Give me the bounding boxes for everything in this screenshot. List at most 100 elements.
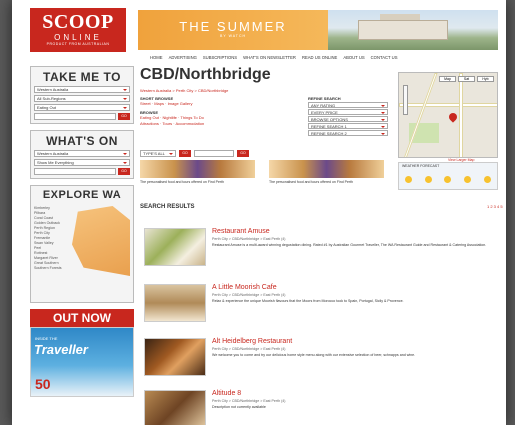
banner-subtitle: BY WATCH <box>219 34 247 38</box>
sun-icon <box>405 175 413 183</box>
result-body: A Little Moorish Cafe Perth City > CBD/N… <box>212 284 404 322</box>
whats-on-search-row: GO <box>34 168 130 175</box>
nav-home[interactable]: HOME <box>150 55 163 60</box>
take-me-to-search-row: GO <box>34 113 130 120</box>
sun-icon <box>424 175 432 183</box>
advert-banner[interactable]: THE SUMMER BY WATCH <box>138 10 498 50</box>
take-me-to-title: TAKE ME TO <box>43 70 121 84</box>
result-title[interactable]: Restaurant Amuse <box>212 228 486 235</box>
weather-widget: WEATHER FORECAST <box>398 162 498 190</box>
promo-card[interactable]: The personalised food and tours offered … <box>269 160 384 190</box>
logo-sub: ONLINE <box>54 33 102 42</box>
result-thumbnail[interactable] <box>144 338 206 376</box>
explore-wa-box: EXPLORE WA Kimberley Pilbara Coral Coast… <box>30 185 134 303</box>
result-body: Restaurant Amuse Perth City > CBD/Northb… <box>212 228 486 266</box>
map-road <box>459 73 463 157</box>
refine-select-2[interactable]: REFINE SEARCH 2 <box>308 130 388 136</box>
nav-subscriptions[interactable]: SUBSCRIPTIONS <box>203 55 237 60</box>
result-description: Description not currently available <box>212 405 266 409</box>
logo-tag: PRODUCT FROM AUSTRALIAN <box>46 42 110 46</box>
map-pin-icon[interactable] <box>447 111 459 123</box>
result-location: Perth City > CBD/Northbridge > East Pert… <box>212 347 286 351</box>
magazine-cover[interactable]: INSIDE THE Traveller 50 <box>30 327 134 397</box>
whats-on-box: WHAT'S ON Western Australia Show Me Ever… <box>30 130 134 179</box>
region-list: Kimberley Pilbara Coral Coast Golden Out… <box>34 206 62 271</box>
browser-page: SCOOP ONLINE PRODUCT FROM AUSTRALIAN THE… <box>12 0 506 425</box>
out-now-title: OUT NOW <box>30 309 134 327</box>
magazine-number: 50 <box>35 376 51 392</box>
nav-about[interactable]: ABOUT US <box>343 55 364 60</box>
keyword-input[interactable] <box>194 150 234 157</box>
map-type-sat-button[interactable]: Sat <box>458 76 475 82</box>
type-select[interactable]: TYPE'S ALL <box>140 150 176 157</box>
promo-strip: The personalised food and tours offered … <box>140 160 384 190</box>
left-sidebar: TAKE ME TO Western Australia All Sub-Reg… <box>30 66 134 397</box>
take-me-to-box: TAKE ME TO Western Australia All Sub-Reg… <box>30 66 134 124</box>
rating-select[interactable]: ANY RATING <box>308 102 388 108</box>
location-map[interactable]: Map Sat Hyb <box>398 72 498 158</box>
top-navigation: HOME ADVERTISING SUBSCRIPTIONS WHAT'S ON… <box>150 55 398 60</box>
promo-card[interactable]: The personalised food and tours offered … <box>140 160 255 190</box>
take-me-to-input[interactable] <box>34 113 116 120</box>
whats-on-go-button[interactable]: GO <box>118 168 130 175</box>
result-thumbnail[interactable] <box>144 228 206 266</box>
result-item: A Little Moorish Cafe Perth City > CBD/N… <box>144 284 496 322</box>
result-item: Altitude 8 Perth City > CBD/Northbridge … <box>144 390 496 425</box>
nav-read-online[interactable]: READ US ONLINE <box>302 55 337 60</box>
promo-image <box>140 160 255 178</box>
search-results-heading: SEARCH RESULTS <box>140 204 195 210</box>
map-type-map-button[interactable]: Map <box>439 76 456 82</box>
region-link[interactable]: Southern Forests <box>34 266 62 271</box>
map-zoom-control[interactable] <box>403 85 408 115</box>
out-now-box: OUT NOW INSIDE THE Traveller 50 <box>30 309 134 397</box>
page-title: CBD/Northbridge <box>140 66 271 83</box>
browse-options-select[interactable]: BROWSE OPTIONS <box>308 116 388 122</box>
result-title[interactable]: Alt Heidelberg Restaurant <box>212 338 415 345</box>
explore-wa-title: EXPLORE WA <box>42 189 122 201</box>
refine-search-panel: REFINE SEARCH ANY RATING EVERY PRICE BRO… <box>308 96 388 136</box>
map-type-hyb-button[interactable]: Hyb <box>477 76 494 82</box>
price-select[interactable]: EVERY PRICE <box>308 109 388 115</box>
result-thumbnail[interactable] <box>144 390 206 425</box>
result-location: Perth City > CBD/Northbridge > East Pert… <box>212 237 286 241</box>
map-road <box>403 73 438 157</box>
refine-select-1[interactable]: REFINE SEARCH 1 <box>308 123 388 129</box>
whats-on-title: WHAT'S ON <box>46 134 118 148</box>
banner-text-panel: THE SUMMER BY WATCH <box>138 10 328 50</box>
promo-caption: The personalised food and tours offered … <box>140 180 224 184</box>
sun-icon <box>444 175 452 183</box>
results-pagination[interactable]: 1 2 3 4 5 <box>487 204 503 209</box>
type-search-row: TYPE'S ALL GO GO <box>140 150 249 157</box>
result-thumbnail[interactable] <box>144 284 206 322</box>
whats-on-region-select[interactable]: Western Australia <box>34 150 130 157</box>
nav-newsletter[interactable]: WHAT'S ON NEWSLETTER <box>243 55 296 60</box>
take-me-to-go-button[interactable]: GO <box>118 113 130 120</box>
nav-contact[interactable]: CONTACT US <box>371 55 398 60</box>
result-title[interactable]: A Little Moorish Cafe <box>212 284 404 291</box>
nav-advertising[interactable]: ADVERTISING <box>169 55 197 60</box>
result-item: Restaurant Amuse Perth City > CBD/Northb… <box>144 228 496 266</box>
scoop-logo[interactable]: SCOOP ONLINE PRODUCT FROM AUSTRALIAN <box>30 8 126 52</box>
result-body: Altitude 8 Perth City > CBD/Northbridge … <box>212 390 286 425</box>
promo-caption: The personalised food and tours offered … <box>269 180 353 184</box>
subregion-select[interactable]: All Sub-Regions <box>34 95 130 102</box>
refine-search-label: REFINE SEARCH <box>308 96 341 101</box>
magazine-pretitle: INSIDE THE <box>35 336 58 341</box>
weather-title: WEATHER FORECAST <box>402 164 440 168</box>
result-title[interactable]: Altitude 8 <box>212 390 286 397</box>
type-go-button[interactable]: GO <box>179 150 191 157</box>
breadcrumb[interactable]: Western Australia > Perth City > CBD/Nor… <box>140 88 384 93</box>
result-body: Alt Heidelberg Restaurant Perth City > C… <box>212 338 415 376</box>
logo-name: SCOOP <box>42 11 114 33</box>
keyword-go-button[interactable]: GO <box>237 150 249 157</box>
whats-on-input[interactable] <box>34 168 116 175</box>
whats-on-filter-select[interactable]: Show Me Everything <box>34 159 130 166</box>
result-item: Alt Heidelberg Restaurant Perth City > C… <box>144 338 496 376</box>
wa-region-map[interactable] <box>72 206 130 276</box>
category-select[interactable]: Eating Out <box>34 104 130 111</box>
sun-icon <box>464 175 472 183</box>
result-location: Perth City > CBD/Northbridge > East Pert… <box>212 399 286 403</box>
region-select[interactable]: Western Australia <box>34 86 130 93</box>
sun-icon <box>483 175 491 183</box>
promo-image <box>269 160 384 178</box>
